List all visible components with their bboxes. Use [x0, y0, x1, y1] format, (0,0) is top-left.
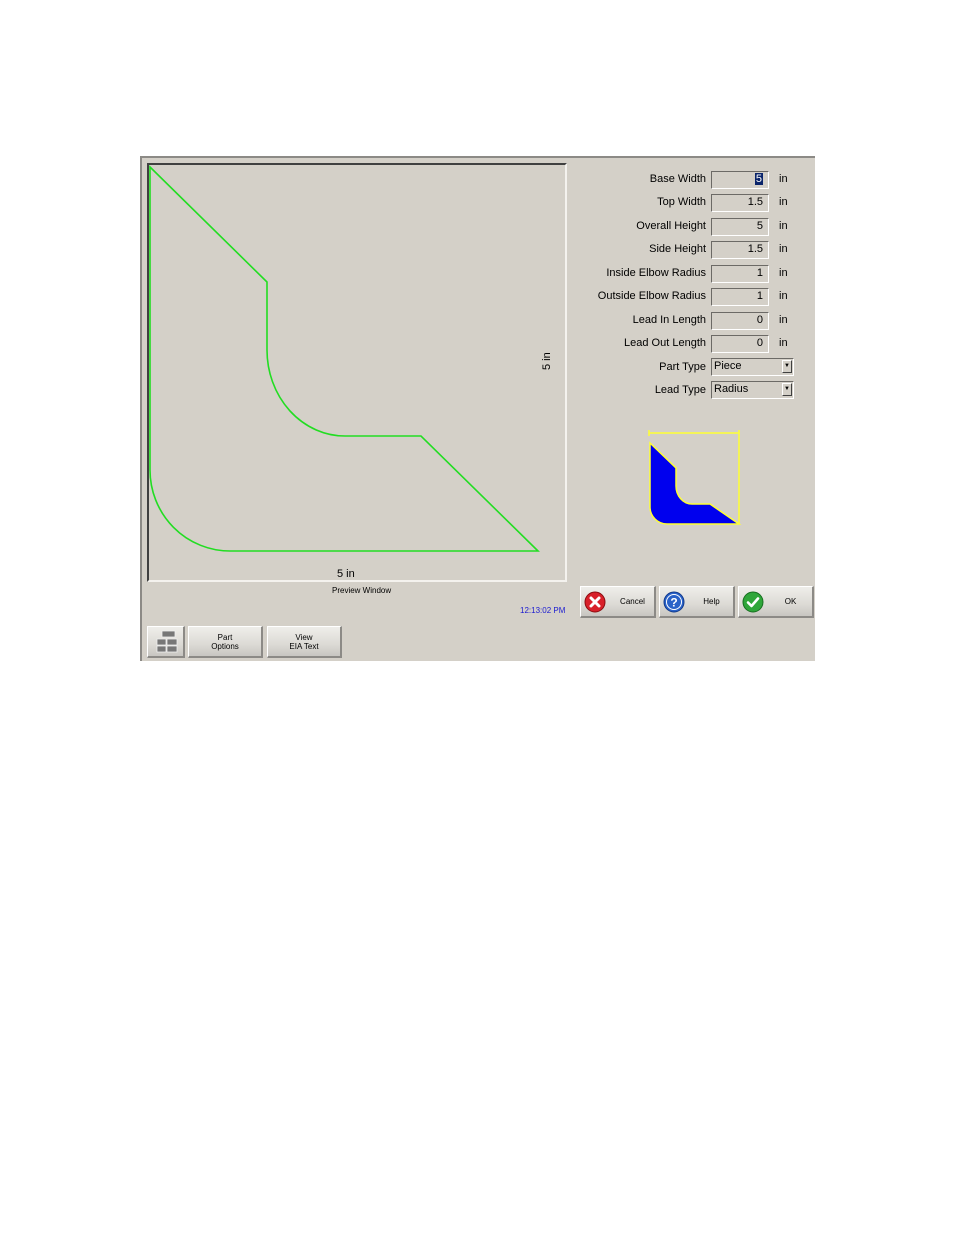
top-width-input[interactable]: 1.5 [711, 194, 769, 212]
unit-label: in [779, 267, 788, 279]
field-label: Side Height [649, 243, 706, 255]
checkmark-circle-icon [742, 591, 764, 613]
unit-label: in [779, 196, 788, 208]
base-dimension-label: 5 in [337, 568, 355, 580]
field-lead-in-length: Lead In Length 0 in [582, 311, 812, 331]
cancel-button[interactable]: Cancel [580, 586, 656, 618]
field-label: Lead In Length [632, 314, 706, 326]
field-label: Inside Elbow Radius [606, 267, 706, 279]
field-label: Overall Height [636, 220, 706, 232]
part-outline [149, 165, 540, 552]
x-circle-icon [584, 591, 606, 613]
unit-label: in [779, 173, 788, 185]
base-width-input[interactable]: 5 [711, 171, 769, 189]
height-dimension-label: 5 in [541, 352, 553, 370]
thumbnail-shape [649, 441, 742, 525]
part-options-label-line1: Part [217, 633, 233, 642]
question-circle-icon: ? [663, 591, 685, 613]
unit-label: in [779, 243, 788, 255]
field-label: Base Width [649, 173, 706, 185]
selected-value: Radius [714, 383, 749, 395]
field-top-width: Top Width 1.5 in [582, 193, 812, 213]
chevron-down-icon[interactable]: ▼ [782, 383, 792, 396]
ok-label: OK [784, 597, 797, 606]
keyboard-button[interactable] [147, 626, 185, 658]
unit-label: in [779, 314, 788, 326]
keyboard-icon [156, 630, 178, 653]
inside-elbow-radius-input[interactable]: 1 [711, 265, 769, 283]
preview-caption: Preview Window [332, 586, 392, 595]
cancel-label: Cancel [620, 597, 645, 606]
field-side-height: Side Height 1.5 in [582, 240, 812, 260]
unit-label: in [779, 337, 788, 349]
field-inside-elbow-radius: Inside Elbow Radius 1 in [582, 264, 812, 284]
field-part-type: Part Type Piece ▼ [582, 358, 812, 378]
svg-text:?: ? [670, 596, 677, 610]
view-eia-text-button[interactable]: View EIA Text [267, 626, 342, 658]
unit-label: in [779, 220, 788, 232]
outside-elbow-radius-input[interactable]: 1 [711, 288, 769, 306]
lead-in-length-input[interactable]: 0 [711, 312, 769, 330]
selected-value: Piece [714, 360, 742, 372]
shape-thumbnail [648, 430, 742, 525]
field-label: Lead Type [654, 384, 706, 396]
field-label: Lead Out Length [624, 337, 706, 349]
field-lead-out-length: Lead Out Length 0 in [582, 334, 812, 354]
chevron-down-icon[interactable]: ▼ [782, 360, 792, 373]
field-value: 5 [754, 173, 763, 185]
side-height-input[interactable]: 1.5 [711, 241, 769, 259]
preview-canvas [149, 165, 540, 552]
help-button[interactable]: ? Help [659, 586, 735, 618]
field-label: Outside Elbow Radius [597, 290, 706, 302]
ok-button[interactable]: OK [738, 586, 814, 618]
part-options-button[interactable]: Part Options [188, 626, 263, 658]
part-options-label-line2: Options [211, 642, 239, 651]
field-base-width: Base Width 5 in [582, 170, 812, 190]
view-eia-label-line1: View [295, 633, 313, 642]
lead-out-length-input[interactable]: 0 [711, 335, 769, 353]
field-lead-type: Lead Type Radius ▼ [582, 381, 812, 401]
help-label: Help [703, 597, 720, 606]
view-eia-label-line2: EIA Text [289, 642, 319, 651]
lead-type-select[interactable]: Radius ▼ [711, 381, 794, 399]
unit-label: in [779, 290, 788, 302]
field-label: Top Width [657, 196, 706, 208]
field-overall-height: Overall Height 5 in [582, 217, 812, 237]
overall-height-input[interactable]: 5 [711, 218, 769, 236]
field-outside-elbow-radius: Outside Elbow Radius 1 in [582, 287, 812, 307]
shape-wizard-window: 5 in 5 in Preview Window 12:13:02 PM Bas… [140, 156, 815, 661]
field-label: Part Type [659, 361, 706, 373]
clock: 12:13:02 PM [520, 606, 566, 615]
part-type-select[interactable]: Piece ▼ [711, 358, 794, 376]
preview-window: 5 in 5 in [147, 163, 567, 582]
